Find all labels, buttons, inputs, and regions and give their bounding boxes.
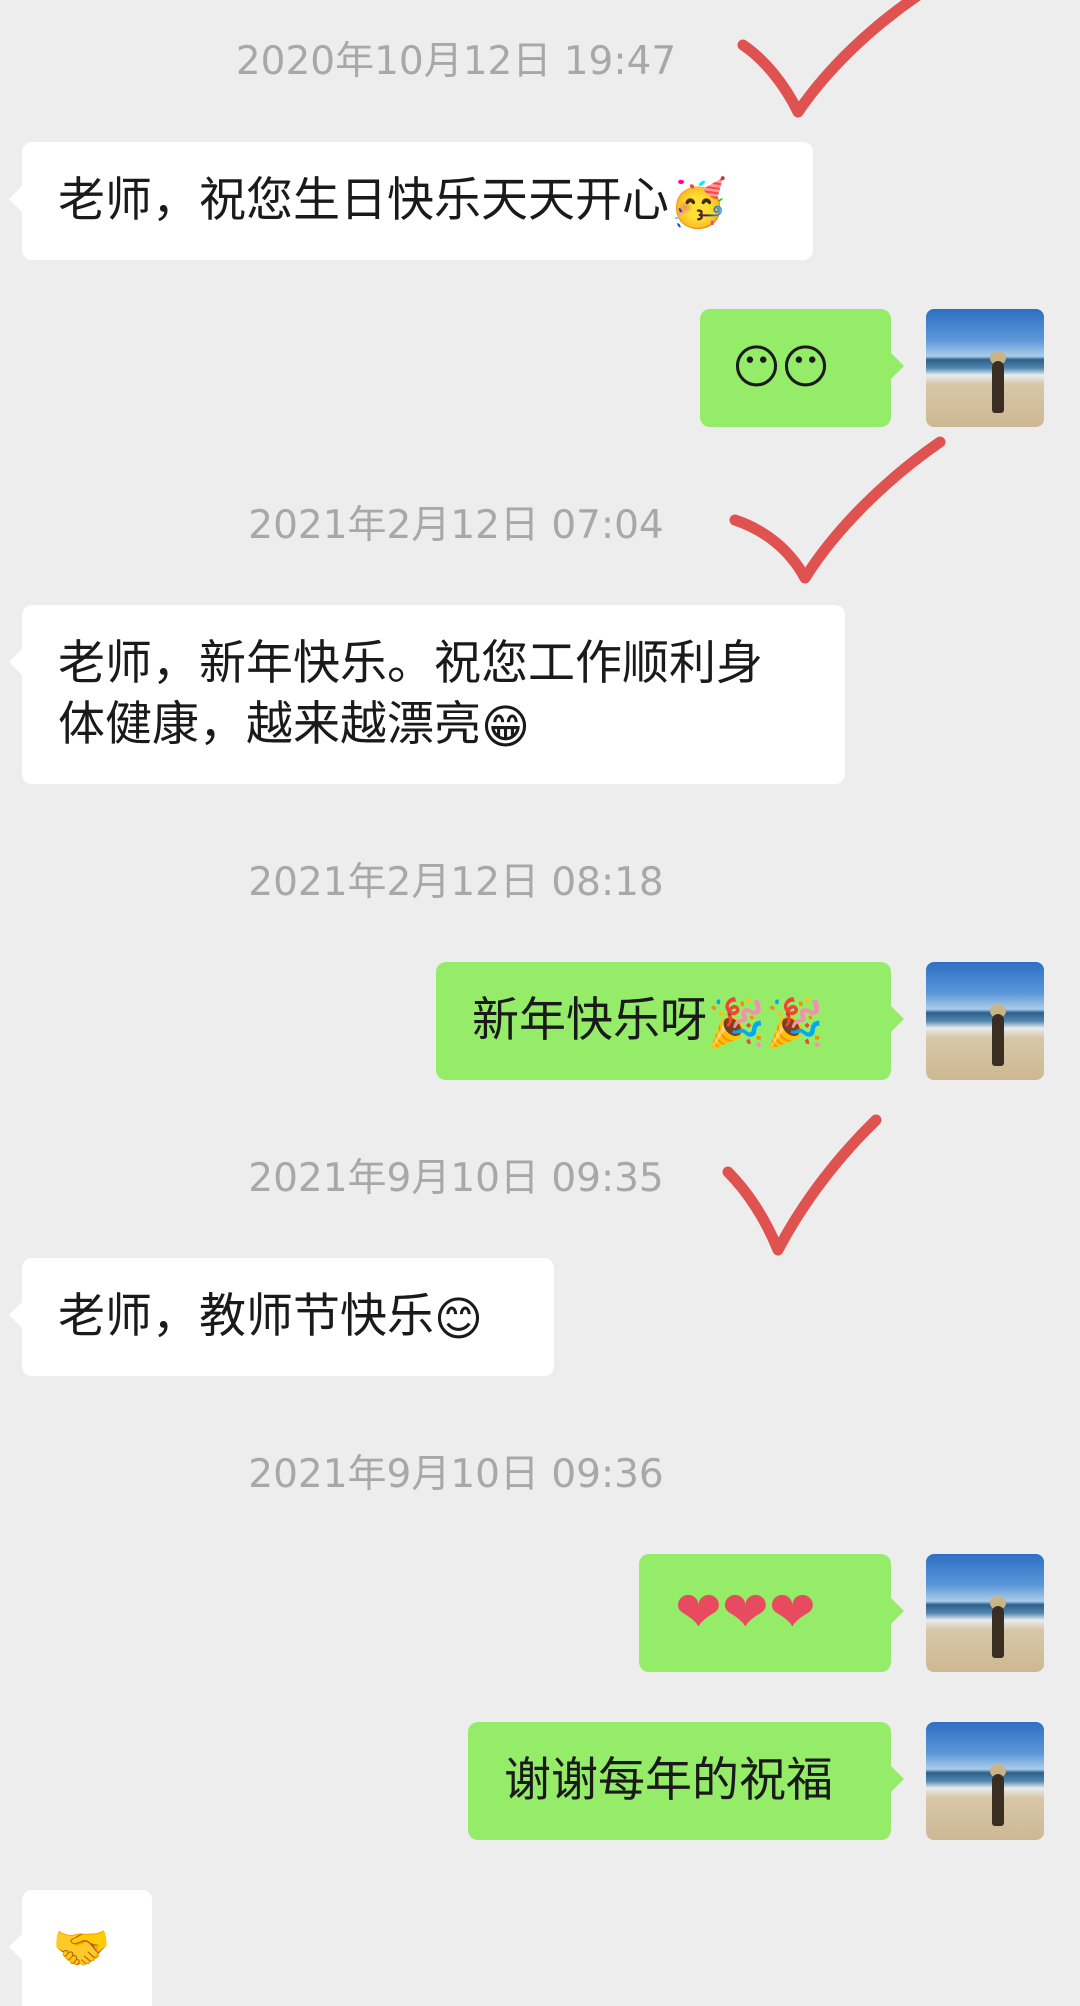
message-bubble-incoming[interactable]: 老师，新年快乐。祝您工作顺利身 体健康，越来越漂亮😁 [9, 605, 845, 784]
message-bubble-outgoing[interactable]: 😶😶 [700, 309, 904, 427]
user-avatar[interactable] [926, 309, 1044, 427]
message-bubble-outgoing[interactable]: 新年快乐呀🎉🎉 [436, 962, 904, 1080]
message-text: 体健康，越来越漂亮 [58, 697, 481, 752]
message-bubble-outgoing[interactable]: 谢谢每年的祝福 [468, 1722, 904, 1840]
message-text-line: 老师，新年快乐。祝您工作顺利身 [58, 636, 763, 691]
timestamp: 2021年9月10日 09:35 [248, 1156, 664, 1201]
timestamp: 2021年2月12日 08:18 [248, 860, 664, 905]
message-text: 新年快乐呀 [472, 993, 707, 1048]
handshake-emoji: 🤝 [52, 1921, 111, 1976]
user-avatar[interactable] [926, 1554, 1044, 1672]
user-avatar[interactable] [926, 1722, 1044, 1840]
message-text: 😶😶 [732, 340, 830, 395]
message-bubble-outgoing[interactable]: ❤❤❤ [639, 1554, 904, 1672]
party-face-emoji: 🥳 [669, 176, 728, 231]
message-text-line-2: 体健康，越来越漂亮😁 [58, 694, 809, 758]
message-bubble-incoming[interactable]: 🤝 [9, 1890, 152, 2006]
party-popper-emoji: 🎉🎉 [707, 996, 825, 1051]
message-bubble-incoming[interactable]: 老师，祝您生日快乐天天开心🥳 [9, 142, 813, 260]
timestamp: 2021年9月10日 09:36 [248, 1452, 664, 1497]
hearts-emoji: ❤❤❤ [675, 1580, 816, 1645]
message-text: 谢谢每年的祝福 [504, 1753, 833, 1808]
timestamp: 2020年10月12日 19:47 [235, 39, 677, 84]
message-text: 老师，教师节快乐 [58, 1289, 434, 1344]
user-avatar[interactable] [926, 962, 1044, 1080]
smiling-face-emoji: 😊 [434, 1292, 483, 1347]
message-bubble-incoming[interactable]: 老师，教师节快乐😊 [9, 1258, 554, 1376]
timestamp: 2021年2月12日 07:04 [248, 503, 664, 548]
grinning-face-emoji: 😁 [481, 700, 530, 755]
message-text: 老师，祝您生日快乐天天开心 [58, 173, 669, 228]
